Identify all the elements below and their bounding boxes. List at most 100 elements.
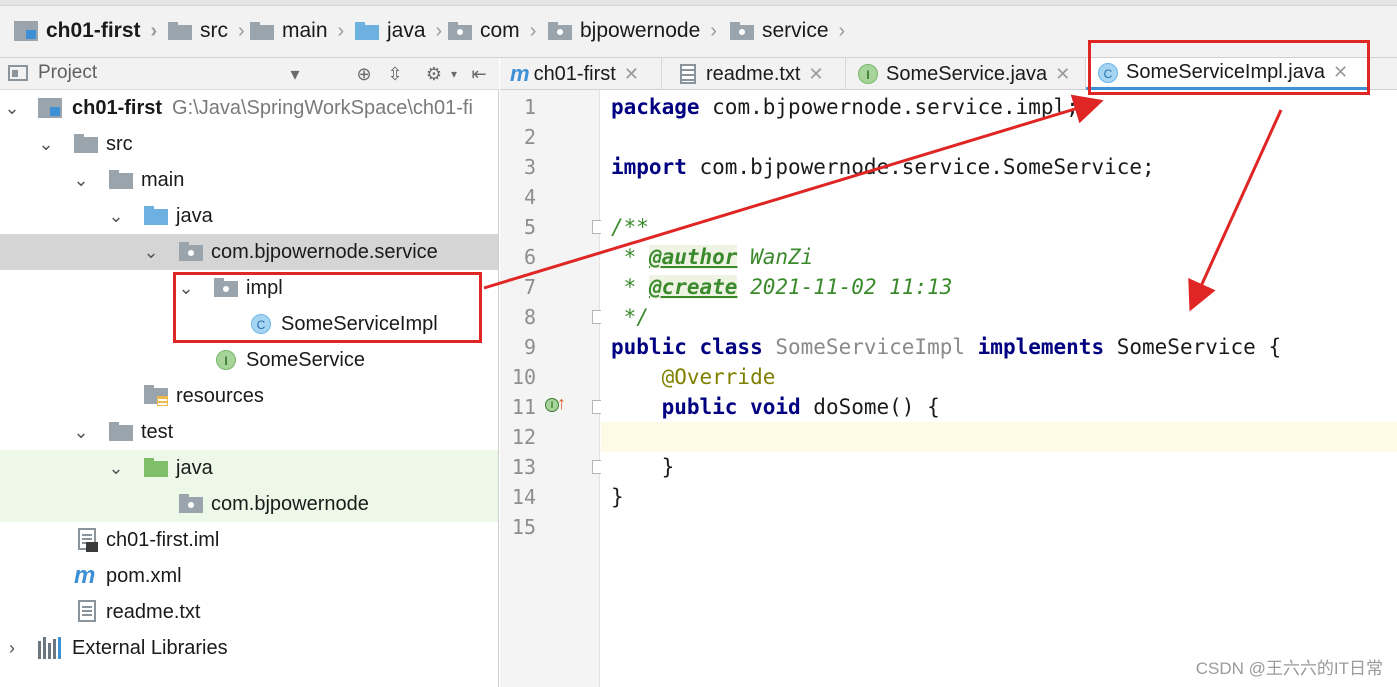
tree-item-external-libraries[interactable]: › External Libraries	[0, 630, 498, 666]
package-icon	[548, 22, 572, 40]
tree-item-label: SomeServiceImpl	[281, 312, 438, 335]
tree-item-java[interactable]: ⌄ java	[0, 198, 498, 234]
doc-tag: @author	[648, 245, 738, 269]
tree-item-impl[interactable]: ⌄ impl	[0, 270, 498, 306]
chevron-right-icon: ›	[238, 19, 245, 42]
code-comment: 2021-11-02 11:13	[737, 275, 953, 299]
navigation-breadcrumb: ch01-first › src › main › java › com › b…	[0, 0, 1397, 58]
chevron-right-icon[interactable]: ›	[2, 638, 22, 658]
arrow-up-icon: ↑	[557, 393, 566, 413]
line-number: 1	[523, 95, 536, 119]
chevron-down-icon[interactable]: ⌄	[71, 422, 91, 442]
module-icon	[38, 98, 62, 118]
line-number: 14	[511, 485, 536, 509]
breadcrumb-label: ch01-first	[46, 19, 141, 42]
tree-item-iml-file[interactable]: ch01-first.iml	[0, 522, 498, 558]
package-icon	[214, 278, 238, 298]
folder-icon	[109, 170, 133, 190]
line-number: 2	[523, 125, 536, 149]
code-line-1: package com.bjpowernode.service.impl;	[601, 92, 1397, 122]
tab-label: ch01-first	[533, 62, 616, 85]
folder-icon	[168, 22, 192, 40]
tree-item-someserviceimpl[interactable]: C SomeServiceImpl	[0, 306, 498, 342]
code-text: SomeService {	[1104, 335, 1282, 359]
code-keyword: public class	[611, 335, 763, 359]
breadcrumb-label: java	[387, 19, 426, 42]
code-line-9: public class SomeServiceImpl implements …	[601, 332, 1397, 362]
project-panel-title: Project	[38, 62, 98, 83]
project-panel-header: Project ▾ ⊕ ⇳ ⚙ ▾ ⇤	[0, 58, 499, 90]
line-number: 8	[523, 305, 536, 329]
close-icon[interactable]: ✕	[1333, 62, 1348, 83]
chevron-down-icon[interactable]: ⌄	[106, 458, 126, 478]
text-file-icon	[680, 64, 696, 84]
folder-icon	[74, 134, 98, 154]
breadcrumb-item-service[interactable]: service ›	[730, 14, 845, 48]
package-icon	[179, 494, 203, 514]
breadcrumb-item-com[interactable]: com ›	[448, 14, 536, 48]
chevron-down-icon[interactable]: ⌄	[106, 206, 126, 226]
libraries-icon	[38, 637, 64, 659]
code-line-14: }	[611, 485, 624, 509]
tree-item-label: src	[106, 132, 133, 155]
line-number: 4	[523, 185, 536, 209]
tree-item-service-package[interactable]: ⌄ com.bjpowernode.service	[0, 234, 498, 270]
line-number: 9	[523, 335, 536, 359]
tree-item-pom[interactable]: m pom.xml	[0, 558, 498, 594]
code-editor[interactable]: package com.bjpowernode.service.impl; im…	[601, 90, 1397, 687]
tab-readme[interactable]: readme.txt ✕	[662, 58, 846, 90]
tab-label: SomeServiceImpl.java	[1126, 61, 1325, 83]
chevron-down-icon[interactable]: ⌄	[141, 242, 161, 262]
tab-someservice[interactable]: I SomeService.java ✕	[846, 58, 1086, 90]
tab-someserviceimpl[interactable]: C SomeServiceImpl.java ✕	[1086, 58, 1368, 90]
class-icon: C	[251, 314, 271, 334]
tree-item-label: External Libraries	[72, 636, 228, 659]
tree-item-main[interactable]: ⌄ main	[0, 162, 498, 198]
chevron-down-icon[interactable]: ⌄	[176, 278, 196, 298]
chevron-down-icon[interactable]: ⌄	[71, 170, 91, 190]
hide-panel-icon[interactable]: ⇤	[467, 63, 491, 85]
line-number: 12	[511, 425, 536, 449]
code-comment: *	[611, 245, 649, 269]
tree-item-label: com.bjpowernode.service	[211, 240, 438, 263]
breadcrumb-item-bjpowernode[interactable]: bjpowernode ›	[548, 14, 717, 48]
project-path: G:\Java\SpringWorkSpace\ch01-fi	[172, 96, 473, 119]
close-icon[interactable]: ✕	[808, 64, 823, 85]
chevron-right-icon: ›	[150, 19, 158, 42]
collapse-all-icon[interactable]: ⇳	[383, 63, 407, 85]
breadcrumb-item-main[interactable]: main ›	[250, 14, 344, 48]
tree-item-label: ch01-first G:\Java\SpringWorkSpace\ch01-f…	[72, 96, 473, 119]
tree-item-someservice[interactable]: I SomeService	[0, 342, 498, 378]
breadcrumb-label: service	[762, 19, 829, 42]
maven-icon: m	[74, 562, 96, 589]
chevron-down-icon[interactable]: ⌄	[2, 98, 22, 118]
chevron-down-icon[interactable]: ▾	[442, 63, 466, 85]
chevron-down-icon[interactable]: ⌄	[36, 134, 56, 154]
code-line-13: }	[611, 455, 675, 479]
code-line-10: @Override	[611, 365, 776, 389]
breadcrumb-item-src[interactable]: src ›	[168, 14, 245, 48]
tree-item-project-root[interactable]: ⌄ ch01-first G:\Java\SpringWorkSpace\ch01…	[0, 90, 498, 126]
tree-item-resources[interactable]: resources	[0, 378, 498, 414]
tree-item-src[interactable]: ⌄ src	[0, 126, 498, 162]
close-icon[interactable]: ✕	[1055, 64, 1070, 85]
line-number: 15	[511, 515, 536, 539]
tree-item-test-package[interactable]: com.bjpowernode	[0, 486, 498, 522]
chevron-down-icon[interactable]: ▾	[283, 63, 307, 85]
breadcrumb-item-project[interactable]: ch01-first ›	[14, 14, 157, 48]
code-line-6: * @author WanZi	[601, 242, 1397, 272]
tree-item-test-java[interactable]: ⌄ java	[0, 450, 498, 486]
editor-tabs: m ch01-first ✕ readme.txt ✕ I SomeServic…	[500, 58, 1397, 90]
tab-ch01-first[interactable]: m ch01-first ✕	[500, 58, 662, 90]
project-tree: ⌄ ch01-first G:\Java\SpringWorkSpace\ch01…	[0, 90, 499, 687]
tree-item-readme[interactable]: readme.txt	[0, 594, 498, 630]
breadcrumb-item-java[interactable]: java ›	[355, 14, 442, 48]
close-icon[interactable]: ✕	[624, 64, 639, 85]
tree-item-label: com.bjpowernode	[211, 492, 369, 515]
code-line-5: /**	[611, 215, 649, 239]
code-line-7: * @create 2021-11-02 11:13	[601, 272, 1397, 302]
locate-icon[interactable]: ⊕	[352, 63, 376, 85]
code-comment: *	[611, 275, 649, 299]
tree-item-test[interactable]: ⌄ test	[0, 414, 498, 450]
project-view-selector[interactable]: Project	[8, 62, 97, 84]
